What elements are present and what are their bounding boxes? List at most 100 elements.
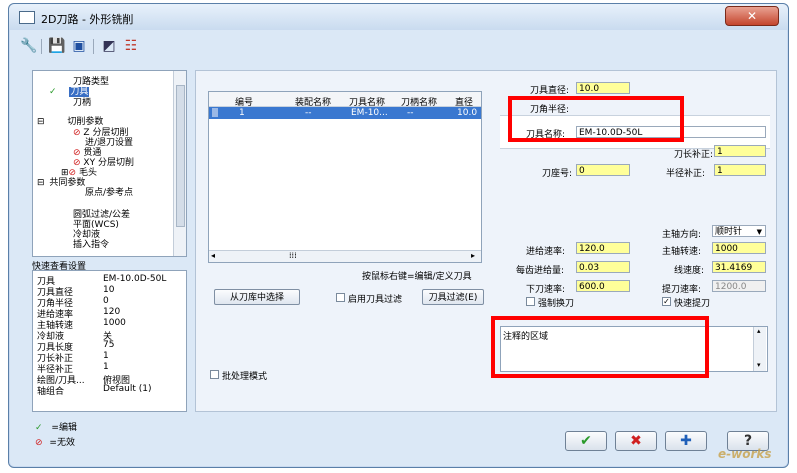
check-icon: ✓	[49, 87, 57, 97]
feed-rate-label: 进给速率:	[526, 247, 566, 257]
seat-field[interactable]: 0	[576, 164, 630, 176]
quick-view-row: 主轴转速 1000	[33, 318, 193, 331]
collapse-icon[interactable]: ⊟	[37, 178, 45, 188]
plunge-rate-field[interactable]: 600.0	[576, 280, 630, 292]
tool-table-header: 编号 装配名称 刀具名称 刀柄名称 直径	[209, 92, 481, 108]
tool-filter-button[interactable]: 刀具过滤(E)	[422, 289, 484, 305]
table-hscrollbar[interactable]: ◂ ⁞⁞⁞ ▸	[209, 250, 481, 262]
quick-view-pane: 刀具 EM-10.0D-50L 刀具直径 10 刀角半径 0 进给速率 120 主轴转速…	[32, 270, 187, 412]
table-cell: --	[305, 108, 312, 118]
quick-view-value: 75	[103, 340, 115, 350]
legend-edit: ✓ =编辑	[35, 420, 77, 433]
scroll-up-icon[interactable]: ▴	[757, 327, 761, 335]
quick-view-row: 进给速率 120	[33, 307, 193, 320]
radius-comp-label: 半径补正:	[666, 169, 706, 179]
quick-view-value: 0	[103, 296, 109, 306]
tree-item-home-ref[interactable]: 原点/参考点	[85, 185, 133, 198]
tool-icon[interactable]: 🔧	[19, 36, 39, 56]
disabled-icon: ⊘	[35, 438, 43, 448]
feed-per-tooth-field[interactable]: 0.03	[576, 261, 630, 273]
quick-view-row: 刀角半径 0	[33, 296, 193, 309]
scroll-down-icon[interactable]: ▾	[757, 361, 761, 369]
toolbar: 🔧 💾 ▣ ◩ ☷	[19, 36, 189, 58]
comment-scrollbar[interactable]: ▴ ▾	[753, 327, 766, 371]
tool-table: 编号 装配名称 刀具名称 刀柄名称 直径 1 -- EM-10... -- 10…	[208, 91, 482, 263]
retract-rate-label: 提刀速率:	[662, 285, 702, 295]
cancel-button[interactable]: ✖	[615, 431, 657, 451]
spindle-dir-value: 顺时针	[715, 227, 743, 237]
ok-button[interactable]: ✔	[565, 431, 607, 451]
close-button[interactable]: ✕	[725, 6, 779, 26]
enable-filter-checkbox[interactable]	[336, 293, 345, 302]
legend-disabled-label: =无效	[49, 438, 75, 448]
options-icon[interactable]: ☷	[121, 36, 141, 56]
radius-comp-field[interactable]: 1	[714, 164, 766, 176]
chevron-down-icon: ▼	[756, 228, 762, 236]
batch-mode-checkbox[interactable]	[210, 370, 219, 379]
check-icon: ✓	[35, 423, 43, 433]
toolbar-separator	[93, 39, 94, 54]
rapid-retract-checkbox[interactable]: ✓	[662, 297, 671, 306]
quick-view-value: EM-10.0D-50L	[103, 274, 167, 284]
disabled-icon: ⊘	[73, 128, 81, 138]
tree-item-holder[interactable]: 刀柄	[73, 95, 91, 108]
scroll-left-icon[interactable]: ◂	[211, 251, 215, 260]
tree-pane: 刀路类型 ✓ 刀具 刀柄 ⊟ 切削参数 ⊘ Z 分层切削 进/退刀设置 ⊘ 贯通…	[32, 70, 187, 257]
plus-icon: ✚	[680, 433, 692, 449]
diameter-label: 刀具直径:	[530, 86, 570, 96]
apply-button[interactable]: ✚	[665, 431, 707, 451]
quick-view-row: 刀长补正 1	[33, 351, 193, 364]
quick-view-row: 轴组合 Default (1)	[33, 384, 193, 397]
quick-view-row: 刀具 EM-10.0D-50L	[33, 274, 193, 287]
scroll-grip-icon[interactable]: ⁞⁞⁞	[289, 251, 297, 260]
tree-scrollbar[interactable]	[173, 71, 186, 256]
quick-view-row: 半径补正 1	[33, 362, 193, 375]
app-icon	[19, 11, 35, 24]
quick-view-value: 120	[103, 307, 121, 317]
window-title: 2D刀路 - 外形铣削	[41, 13, 134, 26]
quick-view-row: 刀具长度 75	[33, 340, 193, 353]
force-tool-change-label: 强制换刀	[538, 299, 575, 309]
table-cell: --	[407, 108, 414, 118]
feed-per-tooth-label: 每齿进给量:	[516, 266, 565, 276]
tree-item-common-params[interactable]: ⊟ 共同参数	[37, 175, 85, 188]
view-icon[interactable]: ◩	[99, 36, 119, 56]
quick-view-key: 轴组合	[37, 387, 65, 397]
spindle-dir-select[interactable]: 顺时针 ▼	[712, 225, 766, 237]
save-icon[interactable]: 💾	[47, 36, 67, 56]
select-from-library-button[interactable]: 从刀库中选择	[214, 289, 300, 305]
plunge-rate-label: 下刀速率:	[526, 285, 566, 295]
tree-item-insert-codes[interactable]: 插入指令	[73, 237, 109, 250]
collapse-icon[interactable]: ⊟	[37, 117, 45, 127]
quick-view-value: Default (1)	[103, 384, 152, 394]
quick-view-value: 1	[103, 362, 109, 372]
feed-rate-field[interactable]: 120.0	[576, 242, 630, 254]
surface-speed-label: 线速度:	[674, 266, 705, 276]
diameter-field[interactable]: 10.0	[576, 82, 630, 94]
spindle-speed-field[interactable]: 1000	[712, 242, 766, 254]
quick-view-row: 刀具直径 10	[33, 285, 193, 298]
watermark-logo: e-works	[718, 447, 772, 461]
dialog-window: 2D刀路 - 外形铣削 ✕ 🔧 💾 ▣ ◩ ☷ 刀路类型 ✓ 刀具 刀柄 ⊟ 切…	[8, 3, 789, 468]
cancel-icon: ✖	[630, 433, 642, 449]
scroll-right-icon[interactable]: ▸	[471, 251, 475, 260]
annotation-box	[508, 96, 684, 142]
batch-mode-label: 批处理模式	[222, 372, 268, 382]
title-bar: 2D刀路 - 外形铣削 ✕	[9, 4, 788, 30]
quick-view-value: 1000	[103, 318, 126, 328]
table-row[interactable]: 1 -- EM-10... -- 10.0	[209, 107, 481, 119]
retract-rate-field[interactable]: 1200.0	[712, 280, 766, 292]
toolbar-separator	[41, 39, 42, 54]
save-all-icon[interactable]: ▣	[69, 36, 89, 56]
surface-speed-field[interactable]: 31.4169	[712, 261, 766, 273]
check-icon: ✔	[580, 433, 592, 449]
seat-label: 刀座号:	[542, 169, 573, 179]
scroll-thumb[interactable]	[176, 85, 185, 227]
force-tool-change-checkbox[interactable]	[526, 297, 535, 306]
quick-view-row: 绘图/刀具... 俯视图	[33, 373, 193, 386]
quick-view-value: 1	[103, 351, 109, 361]
length-comp-field[interactable]: 1	[714, 145, 766, 157]
right-click-hint: 按鼠标右键=编辑/定义刀具	[362, 272, 472, 282]
legend-disabled: ⊘ =无效	[35, 435, 75, 448]
table-cell: 10.0	[457, 108, 478, 118]
